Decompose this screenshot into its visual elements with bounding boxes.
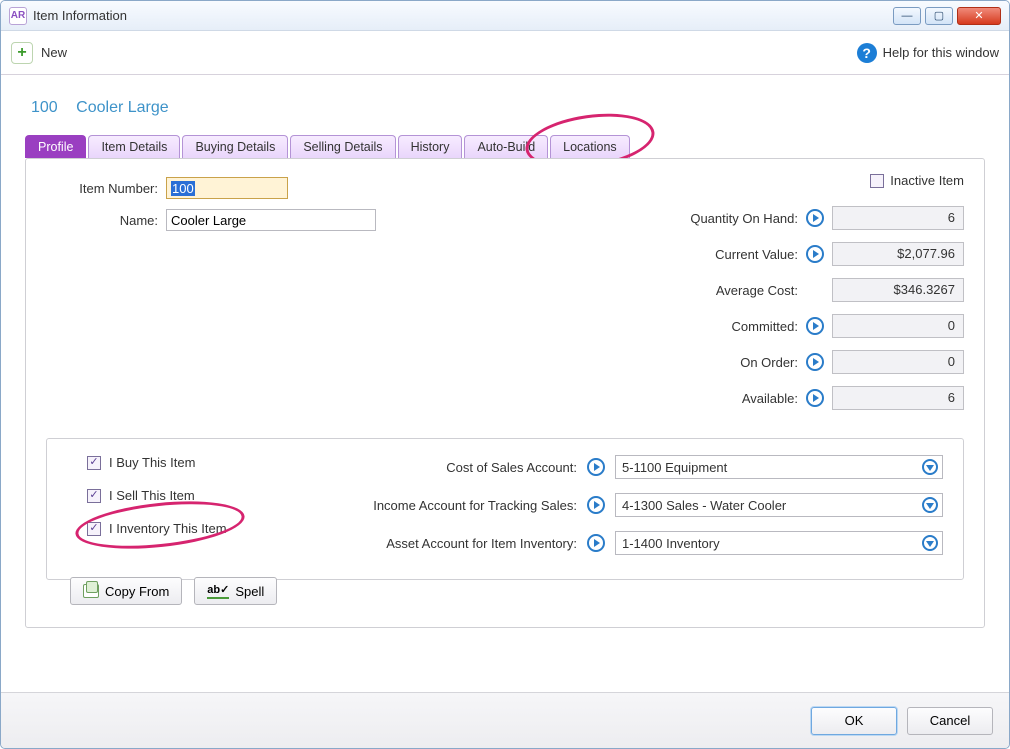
avg-cost-label: Average Cost:	[648, 283, 798, 298]
inventory-checkbox[interactable]: I Inventory This Item	[87, 521, 287, 536]
cogs-dropdown-icon[interactable]	[922, 459, 938, 475]
item-number-value: 100	[171, 181, 195, 196]
help-icon: ?	[857, 43, 877, 63]
copy-from-button[interactable]: Copy From	[70, 577, 182, 605]
help-link[interactable]: ? Help for this window	[857, 43, 999, 63]
income-value: 4-1300 Sales - Water Cooler	[622, 498, 786, 513]
item-header: 100 Cooler Large	[31, 99, 985, 117]
on-order-label: On Order:	[648, 355, 798, 370]
available-label: Available:	[648, 391, 798, 406]
help-label: Help for this window	[883, 45, 999, 60]
spell-button[interactable]: ab✓ Spell	[194, 577, 277, 605]
inventory-label: I Inventory This Item	[109, 521, 227, 536]
dialog-footer: OK Cancel	[1, 692, 1009, 748]
asset-combo[interactable]: 1-1400 Inventory	[615, 531, 943, 555]
new-icon[interactable]: +	[11, 42, 33, 64]
tab-profile[interactable]: Profile	[25, 135, 86, 158]
maximize-button[interactable]: ▢	[925, 7, 953, 25]
titlebar: AR Item Information — ▢ ✕	[1, 1, 1009, 31]
asset-value: 1-1400 Inventory	[622, 536, 720, 551]
cogs-value: 5-1100 Equipment	[622, 460, 727, 475]
inactive-item-checkbox[interactable]: Inactive Item	[870, 173, 964, 188]
qty-on-hand-label: Quantity On Hand:	[648, 211, 798, 226]
content-area: 100 Cooler Large Profile Item Details Bu…	[1, 75, 1009, 692]
buy-label: I Buy This Item	[109, 455, 195, 470]
committed-value: 0	[832, 314, 964, 338]
ok-button[interactable]: OK	[811, 707, 897, 735]
on-order-drill[interactable]	[806, 353, 824, 371]
income-drill[interactable]	[587, 496, 605, 514]
close-button[interactable]: ✕	[957, 7, 1001, 25]
committed-drill[interactable]	[806, 317, 824, 335]
header-item-name: Cooler Large	[76, 99, 169, 116]
window-title: Item Information	[33, 8, 893, 23]
committed-label: Committed:	[648, 319, 798, 334]
current-value-drill[interactable]	[806, 245, 824, 263]
spell-label: Spell	[235, 584, 264, 599]
cogs-drill[interactable]	[587, 458, 605, 476]
inactive-checkbox-icon	[870, 174, 884, 188]
income-label: Income Account for Tracking Sales:	[327, 498, 577, 513]
asset-label: Asset Account for Item Inventory:	[327, 536, 577, 551]
inactive-label: Inactive Item	[890, 173, 964, 188]
window-buttons: — ▢ ✕	[893, 7, 1001, 25]
name-label: Name:	[46, 213, 158, 228]
sell-checkbox[interactable]: I Sell This Item	[87, 488, 287, 503]
header-item-number: 100	[31, 99, 58, 116]
item-options-section: I Buy This Item I Sell This Item I Inven…	[46, 438, 964, 580]
available-drill[interactable]	[806, 389, 824, 407]
asset-drill[interactable]	[587, 534, 605, 552]
tab-auto-build[interactable]: Auto-Build	[464, 135, 548, 158]
copy-from-label: Copy From	[105, 584, 169, 599]
app-icon: AR	[9, 7, 27, 25]
tab-item-details[interactable]: Item Details	[88, 135, 180, 158]
avg-cost-value: $346.3267	[832, 278, 964, 302]
item-number-input[interactable]: 100	[166, 177, 288, 199]
cogs-combo[interactable]: 5-1100 Equipment	[615, 455, 943, 479]
income-dropdown-icon[interactable]	[922, 497, 938, 513]
current-value-label: Current Value:	[648, 247, 798, 262]
income-combo[interactable]: 4-1300 Sales - Water Cooler	[615, 493, 943, 517]
tab-body: Item Number: 100 Name: Inactive Item	[25, 158, 985, 628]
name-input[interactable]	[166, 209, 376, 231]
minimize-button[interactable]: —	[893, 7, 921, 25]
inventory-checkbox-icon	[87, 522, 101, 536]
current-value-value: $2,077.96	[832, 242, 964, 266]
sell-label: I Sell This Item	[109, 488, 195, 503]
asset-dropdown-icon[interactable]	[922, 535, 938, 551]
new-label[interactable]: New	[41, 45, 67, 60]
qty-on-hand-value: 6	[832, 206, 964, 230]
toolbar: + New ? Help for this window	[1, 31, 1009, 75]
spell-icon: ab✓	[207, 583, 229, 599]
on-order-value: 0	[832, 350, 964, 374]
tab-locations[interactable]: Locations	[550, 135, 630, 158]
available-value: 6	[832, 386, 964, 410]
buy-checkbox[interactable]: I Buy This Item	[87, 455, 287, 470]
buy-checkbox-icon	[87, 456, 101, 470]
qty-on-hand-drill[interactable]	[806, 209, 824, 227]
tab-selling-details[interactable]: Selling Details	[290, 135, 395, 158]
window: AR Item Information — ▢ ✕ + New ? Help f…	[0, 0, 1010, 749]
tab-history[interactable]: History	[398, 135, 463, 158]
cogs-label: Cost of Sales Account:	[327, 460, 577, 475]
cancel-button[interactable]: Cancel	[907, 707, 993, 735]
sell-checkbox-icon	[87, 489, 101, 503]
copy-from-icon	[83, 584, 99, 598]
tab-buying-details[interactable]: Buying Details	[182, 135, 288, 158]
item-number-label: Item Number:	[46, 181, 158, 196]
tabs: Profile Item Details Buying Details Sell…	[25, 135, 985, 158]
